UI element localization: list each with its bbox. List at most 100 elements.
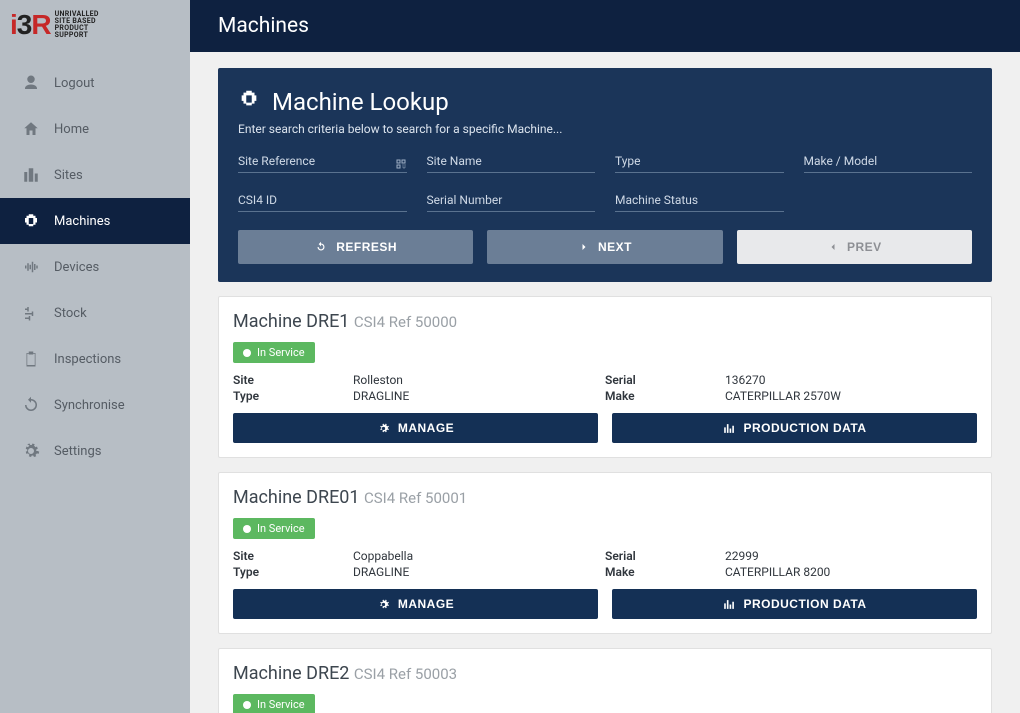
field-site-reference[interactable]: Site Reference [238, 154, 407, 173]
field-serial-number[interactable]: Serial Number [427, 193, 596, 212]
field-csi4-id[interactable]: CSI4 ID [238, 193, 407, 212]
card-title: Machine DRE1 CSI4 Ref 50000 [233, 311, 977, 332]
sidebar-item-home[interactable]: Home [0, 106, 190, 152]
field-label: Serial Number [427, 193, 503, 207]
sidebar-item-logout[interactable]: Logout [0, 60, 190, 106]
manage-button[interactable]: MANAGE [233, 589, 598, 619]
page-header: Machines [190, 0, 1020, 52]
card-ref: CSI4 Ref 50001 [364, 489, 467, 507]
sidebar-item-stock[interactable]: Stock [0, 290, 190, 336]
sidebar-item-label: Machines [54, 214, 110, 229]
chip-icon [22, 212, 40, 230]
city-icon [22, 166, 40, 184]
meta-type-value: DRAGLINE [353, 565, 605, 579]
sliders-icon [22, 304, 40, 322]
sidebar-item-label: Home [54, 122, 89, 137]
card-title: Machine DRE2 CSI4 Ref 50003 [233, 663, 977, 684]
field-label: Make / Model [804, 154, 878, 168]
logo-tagline: UNRIVALLED SITE BASED PRODUCT SUPPORT [55, 11, 99, 39]
account-circle-icon [22, 74, 40, 92]
production-data-button[interactable]: PRODUCTION DATA [612, 589, 977, 619]
meta-serial-label: Serial [605, 549, 725, 563]
card-ref: CSI4 Ref 50000 [354, 313, 457, 331]
field-label: Site Reference [238, 154, 315, 168]
meta-make-value: CATERPILLAR 8200 [725, 565, 977, 579]
field-label: Site Name [427, 154, 482, 168]
manage-button[interactable]: MANAGE [233, 413, 598, 443]
sidebar-item-machines[interactable]: Machines [0, 198, 190, 244]
meta-site-label: Site [233, 549, 353, 563]
machine-card: Machine DRE1 CSI4 Ref 50000 In Service S… [218, 296, 992, 458]
chip-icon [238, 88, 260, 116]
machine-card: Machine DRE01 CSI4 Ref 50001 In Service … [218, 472, 992, 634]
field-machine-status[interactable]: Machine Status [615, 193, 784, 212]
sidebar-item-label: Settings [54, 444, 101, 459]
lookup-title-row: Machine Lookup [238, 88, 972, 116]
refresh-icon [314, 240, 328, 254]
sidebar-item-inspections[interactable]: Inspections [0, 336, 190, 382]
sidebar-item-label: Sites [54, 168, 83, 183]
logo-text: i3R [10, 9, 51, 41]
cog-icon [377, 422, 390, 435]
refresh-button[interactable]: REFRESH [238, 230, 473, 264]
bar-chart-icon [722, 598, 735, 611]
sidebar-item-label: Inspections [54, 352, 121, 367]
status-dot-icon [243, 701, 251, 709]
card-ref: CSI4 Ref 50003 [354, 665, 457, 683]
logo: i3R UNRIVALLED SITE BASED PRODUCT SUPPOR… [0, 0, 190, 50]
field-label: CSI4 ID [238, 193, 277, 207]
sidebar-item-settings[interactable]: Settings [0, 428, 190, 474]
field-type[interactable]: Type [615, 154, 784, 173]
main: Machines Machine Lookup Enter search cri… [190, 0, 1020, 713]
chevron-left-icon [827, 241, 839, 253]
sidebar-item-label: Synchronise [54, 398, 125, 413]
gear-icon [22, 442, 40, 460]
sidebar-item-synchronise[interactable]: Synchronise [0, 382, 190, 428]
chevron-right-icon [578, 241, 590, 253]
meta-serial-label: Serial [605, 373, 725, 387]
field-label: Machine Status [615, 193, 698, 207]
meta-serial-value: 22999 [725, 549, 977, 563]
sidebar-item-devices[interactable]: Devices [0, 244, 190, 290]
sidebar-item-sites[interactable]: Sites [0, 152, 190, 198]
status-dot-icon [243, 349, 251, 357]
meta-make-label: Make [605, 389, 725, 403]
sidebar-item-label: Devices [54, 260, 99, 275]
qr-icon[interactable] [395, 155, 407, 167]
card-title: Machine DRE01 CSI4 Ref 50001 [233, 487, 977, 508]
next-button[interactable]: NEXT [487, 230, 722, 264]
meta-type-label: Type [233, 565, 353, 579]
lookup-subtitle: Enter search criteria below to search fo… [238, 122, 972, 136]
sidebar-item-label: Stock [54, 306, 87, 321]
clipboard-icon [22, 350, 40, 368]
meta-site-value: Coppabella [353, 549, 605, 563]
waveform-icon [22, 258, 40, 276]
lookup-title: Machine Lookup [272, 88, 449, 116]
sidebar-item-label: Logout [54, 76, 95, 91]
field-make-model[interactable]: Make / Model [804, 154, 973, 173]
status-badge: In Service [233, 518, 315, 539]
meta-site-value: Rolleston [353, 373, 605, 387]
field-site-name[interactable]: Site Name [427, 154, 596, 173]
bar-chart-icon [722, 422, 735, 435]
meta-make-value: CATERPILLAR 2570W [725, 389, 977, 403]
home-icon [22, 120, 40, 138]
sidebar: i3R UNRIVALLED SITE BASED PRODUCT SUPPOR… [0, 0, 190, 713]
lookup-panel: Machine Lookup Enter search criteria bel… [218, 68, 992, 282]
meta-serial-value: 136270 [725, 373, 977, 387]
status-dot-icon [243, 525, 251, 533]
nav: Logout Home Sites Machines Devices Stock [0, 50, 190, 474]
cog-icon [377, 598, 390, 611]
meta-make-label: Make [605, 565, 725, 579]
page-title: Machines [218, 14, 309, 38]
status-badge: In Service [233, 694, 315, 713]
meta-site-label: Site [233, 373, 353, 387]
sync-icon [22, 396, 40, 414]
status-badge: In Service [233, 342, 315, 363]
meta-type-value: DRAGLINE [353, 389, 605, 403]
content: Machine Lookup Enter search criteria bel… [190, 52, 1020, 713]
production-data-button[interactable]: PRODUCTION DATA [612, 413, 977, 443]
prev-button: PREV [737, 230, 972, 264]
meta-type-label: Type [233, 389, 353, 403]
machine-card: Machine DRE2 CSI4 Ref 50003 In Service S… [218, 648, 992, 713]
